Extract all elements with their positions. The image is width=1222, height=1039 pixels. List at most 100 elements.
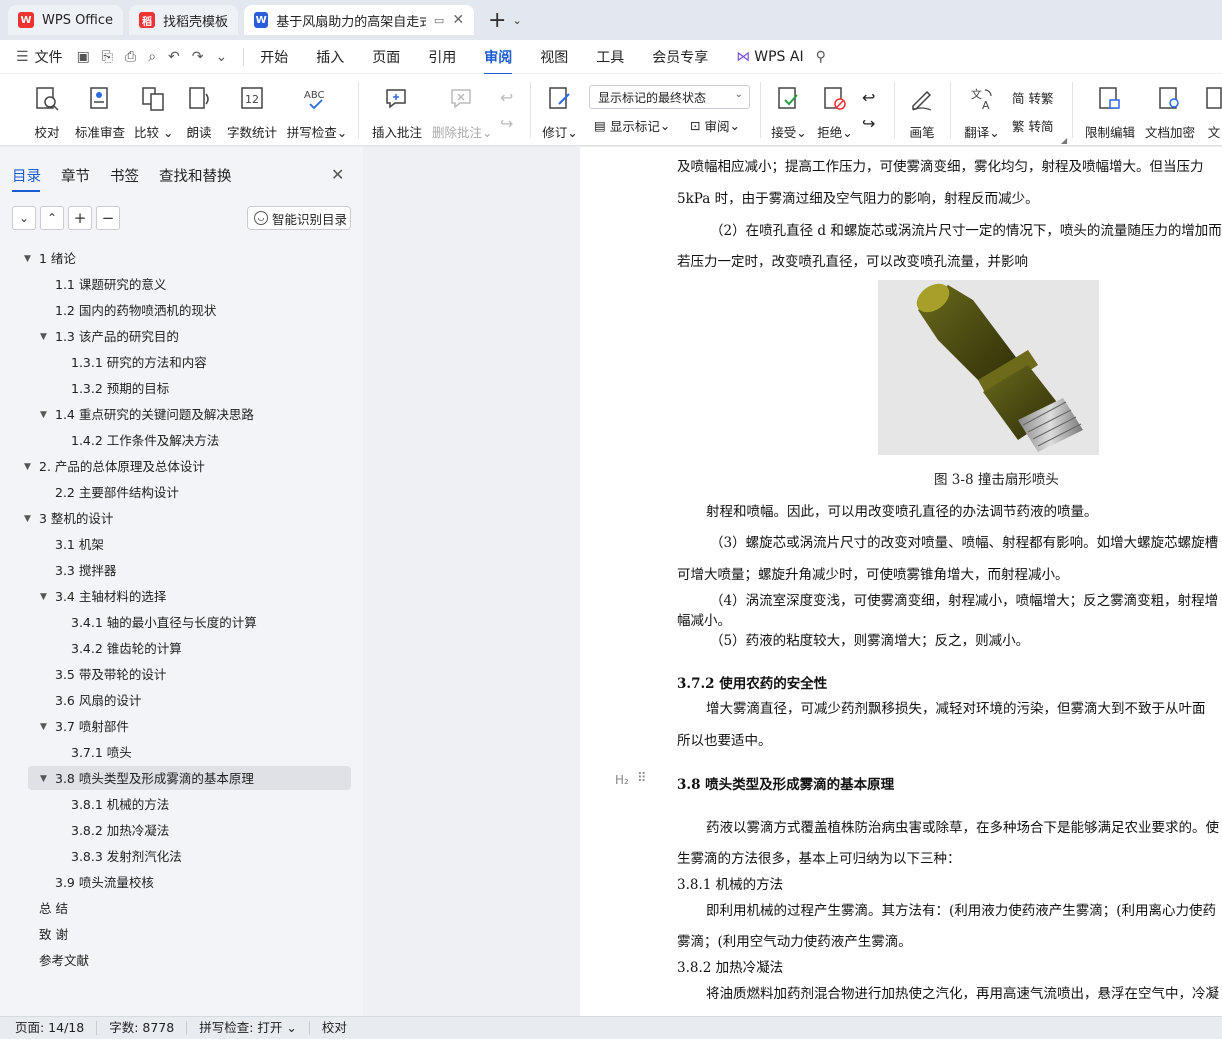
collapse-triangle-icon[interactable]: ▼ — [24, 246, 31, 272]
output-icon[interactable]: ⎘ — [102, 49, 113, 65]
toc-item[interactable]: 3.7.1 喷头 — [0, 740, 363, 766]
toc-item[interactable]: 总 结 — [0, 896, 363, 922]
toc-item[interactable]: 1.1 课题研究的意义 — [0, 272, 363, 298]
menu-review[interactable]: 审阅 — [484, 47, 513, 75]
compare-button[interactable]: 比较 ⌄ — [134, 84, 173, 141]
tab-wps-office[interactable]: W WPS Office — [8, 5, 124, 35]
toc-item[interactable]: 3.8.2 加热冷凝法 — [0, 818, 363, 844]
smart-recognize-toc-button[interactable]: ◡ 智能识别目录 — [247, 206, 351, 230]
tab-bookmarks[interactable]: 书签 — [110, 165, 139, 186]
undo-icon[interactable]: ↶ — [168, 49, 180, 65]
expand-down-icon[interactable]: ⌄ — [12, 206, 36, 230]
tab-toc[interactable]: 目录 — [12, 165, 41, 192]
tab-find-replace[interactable]: 查找和替换 — [159, 165, 232, 186]
toc-item[interactable]: 1.3.2 预期的目标 — [0, 376, 363, 402]
menu-view[interactable]: 视图 — [540, 47, 568, 67]
print-icon[interactable]: ⎙ — [125, 49, 136, 65]
revise-button[interactable]: 修订⌄ — [540, 84, 580, 141]
tab-document[interactable]: W 基于风扇助力的高架自走式棉 ▭ ✕ — [244, 5, 475, 35]
accept-button[interactable]: 接受⌄ — [770, 84, 808, 141]
print-preview-icon[interactable]: ⌕ — [148, 49, 156, 65]
toc-item[interactable]: 参考文献 — [0, 948, 363, 974]
search-icon[interactable]: ⚲ — [816, 49, 826, 65]
toc-item[interactable]: ▼ 1.3 该产品的研究目的 — [0, 324, 363, 350]
add-heading-icon[interactable]: + — [68, 206, 92, 230]
review-pane-button[interactable]: ⊡ 审阅 ⌄ — [690, 116, 740, 135]
word-count-indicator[interactable]: 字数: 8778 — [97, 1021, 188, 1035]
translate-button[interactable]: 文A 翻译⌄ — [962, 84, 1002, 141]
toc-item[interactable]: 1.2 国内的药物喷洒机的现状 — [0, 298, 363, 324]
new-tab-icon[interactable]: + — [488, 8, 506, 33]
word-count-button[interactable]: 12 字数统计 — [226, 84, 278, 141]
collapse-triangle-icon[interactable]: ▼ — [24, 454, 31, 480]
menu-tools[interactable]: 工具 — [596, 47, 624, 67]
toc-item[interactable]: ▼ 3.4 主轴材料的选择 — [0, 584, 363, 610]
toc-item[interactable]: 3.4.2 锥齿轮的计算 — [0, 636, 363, 662]
menu-references[interactable]: 引用 — [428, 47, 456, 67]
menu-page[interactable]: 页面 — [372, 47, 400, 67]
save-icon[interactable]: ▣ — [77, 49, 90, 65]
insert-comment-button[interactable]: 插入批注 — [370, 84, 424, 141]
drag-handle-icon[interactable]: ⠿ — [637, 771, 646, 786]
collapse-triangle-icon[interactable]: ▼ — [40, 402, 47, 428]
to-traditional-button[interactable]: 简转繁 — [1012, 88, 1054, 107]
remove-heading-icon[interactable]: − — [96, 206, 120, 230]
next-change-icon[interactable]: ↪ — [862, 114, 875, 133]
heading-level-marker[interactable]: H₂ — [615, 773, 629, 787]
spell-check-indicator[interactable]: 拼写检查: 打开 ⌄ — [187, 1021, 310, 1035]
previous-comment-icon[interactable]: ↩ — [500, 88, 513, 107]
hamburger-icon[interactable]: ☰ — [16, 49, 29, 65]
proofread-button[interactable]: 校对 — [30, 84, 64, 141]
ribbon-expand-icon[interactable]: ◢ — [1061, 136, 1067, 145]
toc-item[interactable]: 1.4.2 工作条件及解决方法 — [0, 428, 363, 454]
collapse-triangle-icon[interactable]: ▼ — [24, 506, 31, 532]
toc-item[interactable]: ▼ 1 绪论 — [0, 246, 363, 272]
markup-display-select[interactable]: 显示标记的最终状态 ⌄ — [589, 85, 750, 109]
toc-item[interactable]: 3.1 机架 — [0, 532, 363, 558]
delete-comment-button[interactable]: 删除批注⌄ — [432, 84, 493, 141]
toc-item[interactable]: ▼ 3 整机的设计 — [0, 506, 363, 532]
more-chevron-icon[interactable]: ⌄ — [216, 49, 228, 65]
toc-item[interactable]: 3.9 喷头流量校核 — [0, 870, 363, 896]
to-simplified-button[interactable]: 繁转简 — [1012, 116, 1054, 135]
tab-docer[interactable]: 稻 找稻壳模板 — [129, 5, 239, 35]
document-page[interactable]: 及喷幅相应减小；提高工作压力，可使雾滴变细，雾化均匀，射程及喷幅增大。但当压力 … — [580, 147, 1222, 1016]
toc-item[interactable]: 3.3 搅拌器 — [0, 558, 363, 584]
collapse-triangle-icon[interactable]: ▼ — [40, 584, 47, 610]
chevron-down-icon[interactable]: ⌄ — [512, 14, 521, 27]
toc-item[interactable]: 3.5 带及带轮的设计 — [0, 662, 363, 688]
read-aloud-button[interactable]: 朗读 — [184, 84, 214, 141]
close-icon[interactable]: ✕ — [331, 165, 344, 184]
proofread-indicator[interactable]: 校对 — [310, 1021, 359, 1035]
toc-item[interactable]: 3.6 风扇的设计 — [0, 688, 363, 714]
toc-item[interactable]: 致 谢 — [0, 922, 363, 948]
encrypt-button[interactable]: 文档加密 — [1144, 84, 1196, 141]
reject-button[interactable]: 拒绝⌄ — [816, 84, 854, 141]
wps-ai-icon[interactable]: ⋈ — [736, 49, 750, 65]
monitor-icon[interactable]: ▭ — [434, 14, 444, 27]
pen-button[interactable]: 画笔 — [904, 84, 940, 141]
page-indicator[interactable]: 页面: 14/18 — [0, 1021, 98, 1035]
menu-insert[interactable]: 插入 — [316, 47, 344, 67]
tab-sections[interactable]: 章节 — [61, 165, 90, 186]
standard-review-button[interactable]: 标准审查 — [74, 84, 126, 141]
more-ribbon-button[interactable]: 文 — [1204, 84, 1222, 141]
show-markup-button[interactable]: ▤ 显示标记 ⌄ — [594, 116, 670, 135]
toc-item[interactable]: ▼ 1.4 重点研究的关键问题及解决思路 — [0, 402, 363, 428]
menu-file[interactable]: 文件 — [35, 47, 63, 67]
menu-membership[interactable]: 会员专享 — [652, 47, 708, 67]
redo-icon[interactable]: ↷ — [192, 49, 204, 65]
toc-item[interactable]: 3.4.1 轴的最小直径与长度的计算 — [0, 610, 363, 636]
toc-item[interactable]: ▼ 2. 产品的总体原理及总体设计 — [0, 454, 363, 480]
toc-item[interactable]: 3.8.3 发射剂汽化法 — [0, 844, 363, 870]
next-comment-icon[interactable]: ↪ — [500, 114, 513, 133]
nozzle-figure[interactable] — [878, 280, 1099, 455]
previous-change-icon[interactable]: ↩ — [862, 88, 875, 107]
toc-item[interactable]: 3.8.1 机械的方法 — [0, 792, 363, 818]
collapse-triangle-icon[interactable]: ▼ — [40, 324, 47, 350]
restrict-edit-button[interactable]: 限制编辑 — [1084, 84, 1136, 141]
menu-wps-ai[interactable]: WPS AI — [754, 49, 803, 65]
toc-item[interactable]: ▼ 3.7 喷射部件 — [0, 714, 363, 740]
toc-item[interactable]: ▼ 3.8 喷头类型及形成雾滴的基本原理 — [0, 766, 363, 792]
toc-item[interactable]: 2.2 主要部件结构设计 — [0, 480, 363, 506]
